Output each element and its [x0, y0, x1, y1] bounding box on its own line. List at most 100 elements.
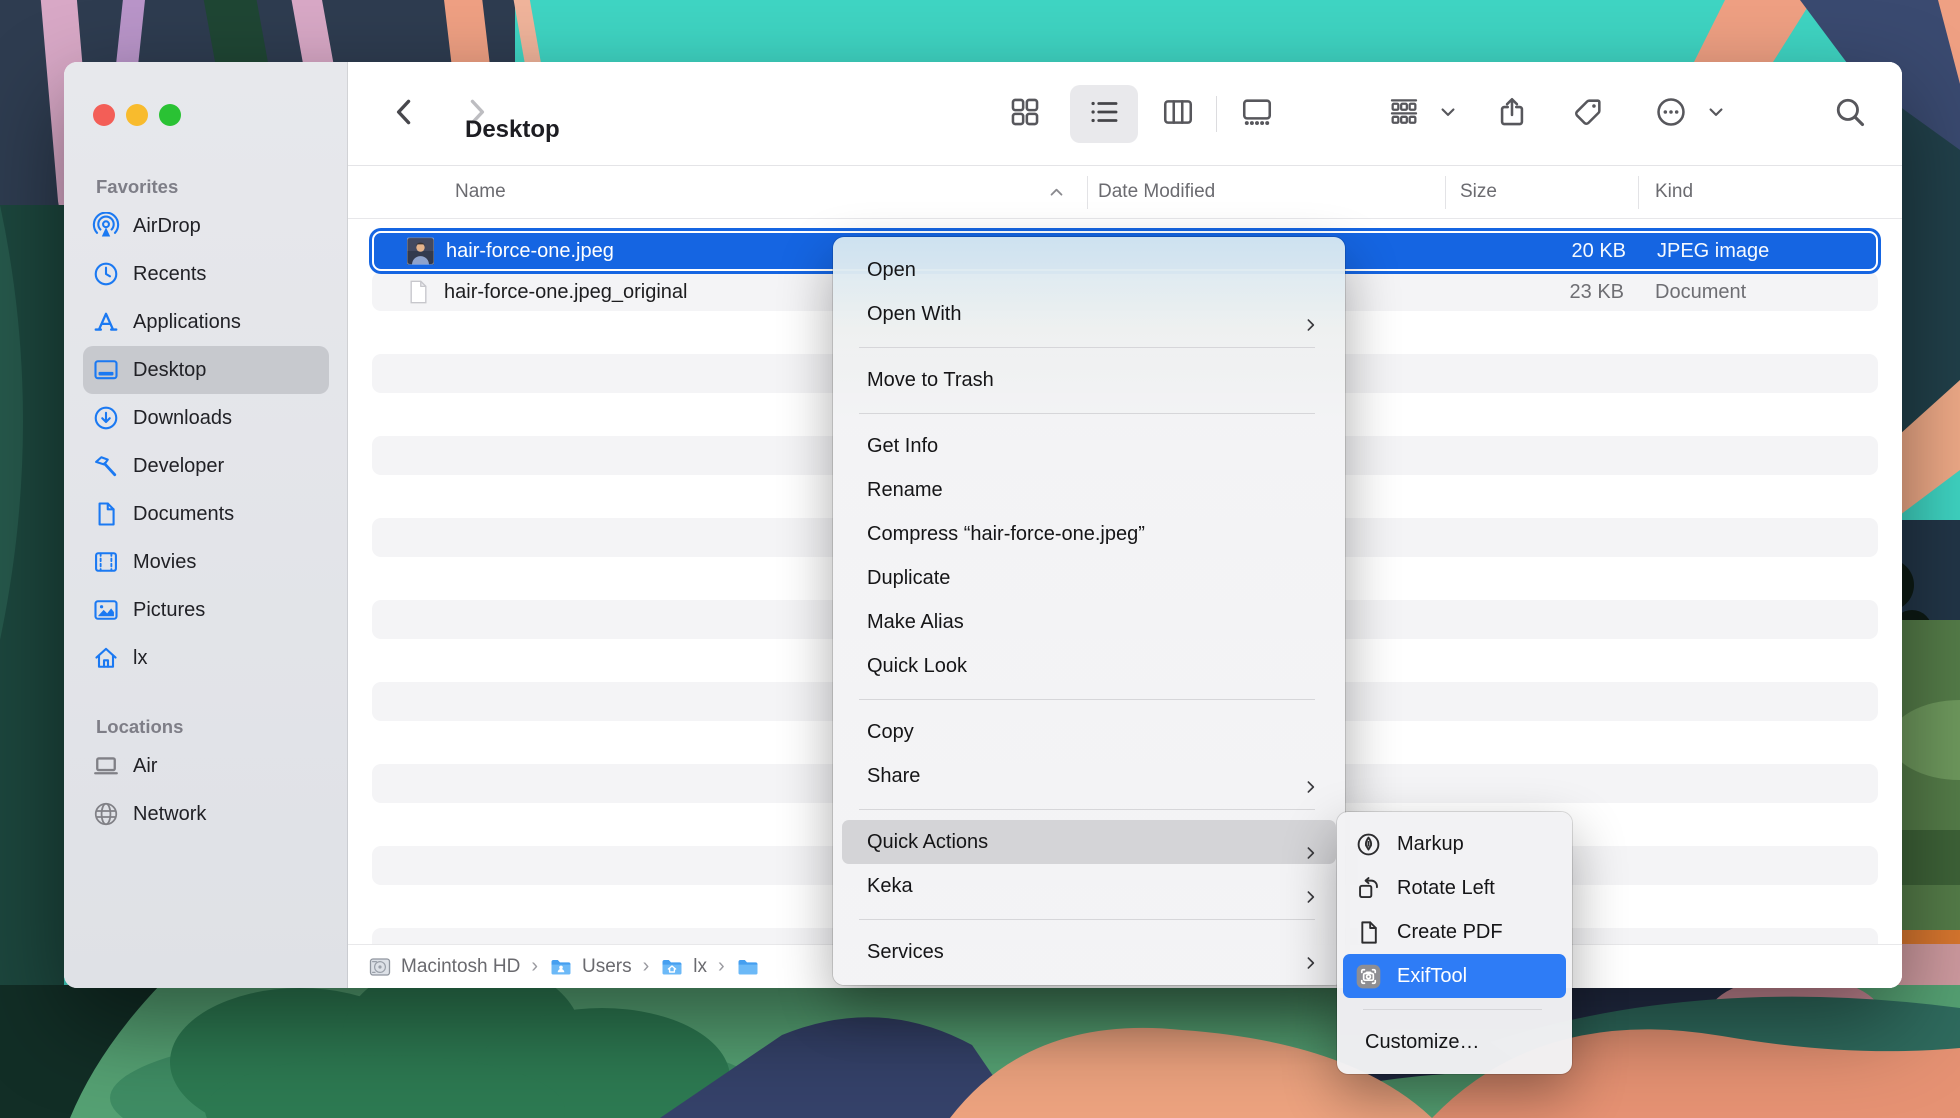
picture-icon	[92, 596, 120, 624]
sidebar-item-movies[interactable]: Movies	[83, 538, 329, 586]
folder-home-icon	[660, 955, 684, 979]
sidebar-item-airdrop[interactable]: AirDrop	[83, 202, 329, 250]
desktop-icon	[92, 356, 120, 384]
tag-icon	[1571, 95, 1605, 134]
sort-ascending-icon	[1048, 184, 1065, 201]
column-view-button[interactable]	[1149, 85, 1207, 143]
group-dropdown[interactable]	[1419, 85, 1477, 143]
menu-item-label: Make Alias	[867, 611, 964, 633]
menu-item-label: Services	[867, 941, 944, 963]
quick-action-exiftool[interactable]: ExifTool	[1343, 954, 1566, 998]
menu-item-move-to-trash[interactable]: Move to Trash	[842, 358, 1336, 402]
column-divider[interactable]	[1445, 176, 1446, 209]
gallery-view-button[interactable]	[1228, 85, 1286, 143]
sidebar-item-applications[interactable]: Applications	[83, 298, 329, 346]
sidebar-item-developer[interactable]: Developer	[83, 442, 329, 490]
quick-action-customize[interactable]: Customize…	[1343, 1020, 1566, 1064]
sidebar: FavoritesAirDrop Recents Applications Deskt…	[64, 62, 348, 988]
quick-action-create-pdf[interactable]: Create PDF	[1343, 910, 1566, 954]
submenu-chevron-icon	[1302, 768, 1319, 785]
sidebar-item-recents[interactable]: Recents	[83, 250, 329, 298]
share-button[interactable]	[1483, 85, 1541, 143]
menu-item-open-with[interactable]: Open With	[842, 292, 1336, 336]
sidebar-item-pictures[interactable]: Pictures	[83, 586, 329, 634]
breadcrumb-item-macintosh-hd[interactable]: Macintosh HD	[368, 955, 520, 979]
back-button[interactable]	[376, 85, 434, 143]
sidebar-item-label: Movies	[133, 551, 196, 574]
close-button[interactable]	[93, 104, 115, 126]
search-button[interactable]	[1821, 85, 1879, 143]
menu-item-copy[interactable]: Copy	[842, 710, 1336, 754]
sidebar-item-label: Downloads	[133, 407, 232, 430]
disk-icon	[368, 955, 392, 979]
sidebar-item-label: Desktop	[133, 359, 206, 382]
menu-item-label: Get Info	[867, 435, 938, 457]
sidebar-section-title: Locations	[64, 712, 347, 742]
breadcrumb-label: lx	[693, 956, 707, 978]
menu-item-label: Open	[867, 259, 916, 281]
menu-item-label: Keka	[867, 875, 913, 897]
menu-item-quick-look[interactable]: Quick Look	[842, 644, 1336, 688]
file-size: 20 KB	[1460, 233, 1626, 269]
clock-icon	[92, 260, 120, 288]
sidebar-item-lx[interactable]: lx	[83, 634, 329, 682]
column-divider[interactable]	[1638, 176, 1639, 209]
globe-icon	[92, 800, 120, 828]
menu-item-keka[interactable]: Keka	[842, 864, 1336, 908]
sidebar-item-desktop[interactable]: Desktop	[83, 346, 329, 394]
menu-item-services[interactable]: Services	[842, 930, 1336, 974]
airdrop-icon	[92, 212, 120, 240]
breadcrumb-label: Macintosh HD	[401, 956, 520, 978]
breadcrumb-item-item[interactable]	[736, 955, 769, 979]
minimize-button[interactable]	[126, 104, 148, 126]
sidebar-item-label: Documents	[133, 503, 234, 526]
icon-view-button[interactable]	[996, 85, 1054, 143]
view-switcher-divider	[1216, 96, 1217, 132]
sidebar-item-label: Applications	[133, 311, 241, 334]
menu-item-open[interactable]: Open	[842, 248, 1336, 292]
submenu-chevron-icon	[1302, 834, 1319, 851]
sidebar-item-air[interactable]: Air	[83, 742, 329, 790]
menu-separator	[833, 336, 1345, 358]
column-header-name[interactable]: Name	[455, 166, 506, 218]
menu-item-share[interactable]: Share	[842, 754, 1336, 798]
column-divider[interactable]	[1087, 176, 1088, 209]
breadcrumb: Macintosh HD›Users›lx›	[368, 955, 769, 979]
menu-item-duplicate[interactable]: Duplicate	[842, 556, 1336, 600]
column-header-date-modified[interactable]: Date Modified	[1098, 166, 1215, 218]
markup-icon	[1355, 831, 1382, 858]
column-header-kind[interactable]: Kind	[1655, 166, 1693, 218]
more-dropdown[interactable]	[1687, 85, 1745, 143]
download-icon	[92, 404, 120, 432]
menu-item-rename[interactable]: Rename	[842, 468, 1336, 512]
toolbar: Desktop	[348, 62, 1902, 166]
column-header-size[interactable]: Size	[1460, 166, 1497, 218]
breadcrumb-item-users[interactable]: Users	[549, 955, 632, 979]
menu-item-label: Duplicate	[867, 567, 950, 589]
sidebar-section-title: Favorites	[64, 172, 347, 202]
desktop: FavoritesAirDrop Recents Applications Deskt…	[0, 0, 1960, 1118]
zoom-button[interactable]	[159, 104, 181, 126]
menu-separator	[833, 908, 1345, 930]
hammer-icon	[92, 452, 120, 480]
menu-item-compress-hair-force-one-jpeg[interactable]: Compress “hair-force-one.jpeg”	[842, 512, 1336, 556]
tags-button[interactable]	[1559, 85, 1617, 143]
menu-item-quick-actions[interactable]: Quick Actions	[842, 820, 1336, 864]
quick-action-markup[interactable]: Markup	[1343, 822, 1566, 866]
file-kind: Document	[1655, 272, 1746, 312]
submenu-chevron-icon	[1302, 944, 1319, 961]
sidebar-sections: FavoritesAirDrop Recents Applications Deskt…	[64, 172, 347, 838]
list-view-button[interactable]	[1075, 85, 1133, 143]
quick-action-rotate-left[interactable]: Rotate Left	[1343, 866, 1566, 910]
sidebar-item-label: Air	[133, 755, 157, 778]
menu-item-get-info[interactable]: Get Info	[842, 424, 1336, 468]
menu-item-make-alias[interactable]: Make Alias	[842, 600, 1336, 644]
sidebar-item-network[interactable]: Network	[83, 790, 329, 838]
sidebar-item-label: Recents	[133, 263, 206, 286]
menu-item-label: ExifTool	[1397, 965, 1467, 988]
sidebar-item-downloads[interactable]: Downloads	[83, 394, 329, 442]
breadcrumb-label: Users	[582, 956, 632, 978]
ellipsis-icon	[1654, 95, 1688, 134]
breadcrumb-item-lx[interactable]: lx	[660, 955, 707, 979]
sidebar-item-documents[interactable]: Documents	[83, 490, 329, 538]
